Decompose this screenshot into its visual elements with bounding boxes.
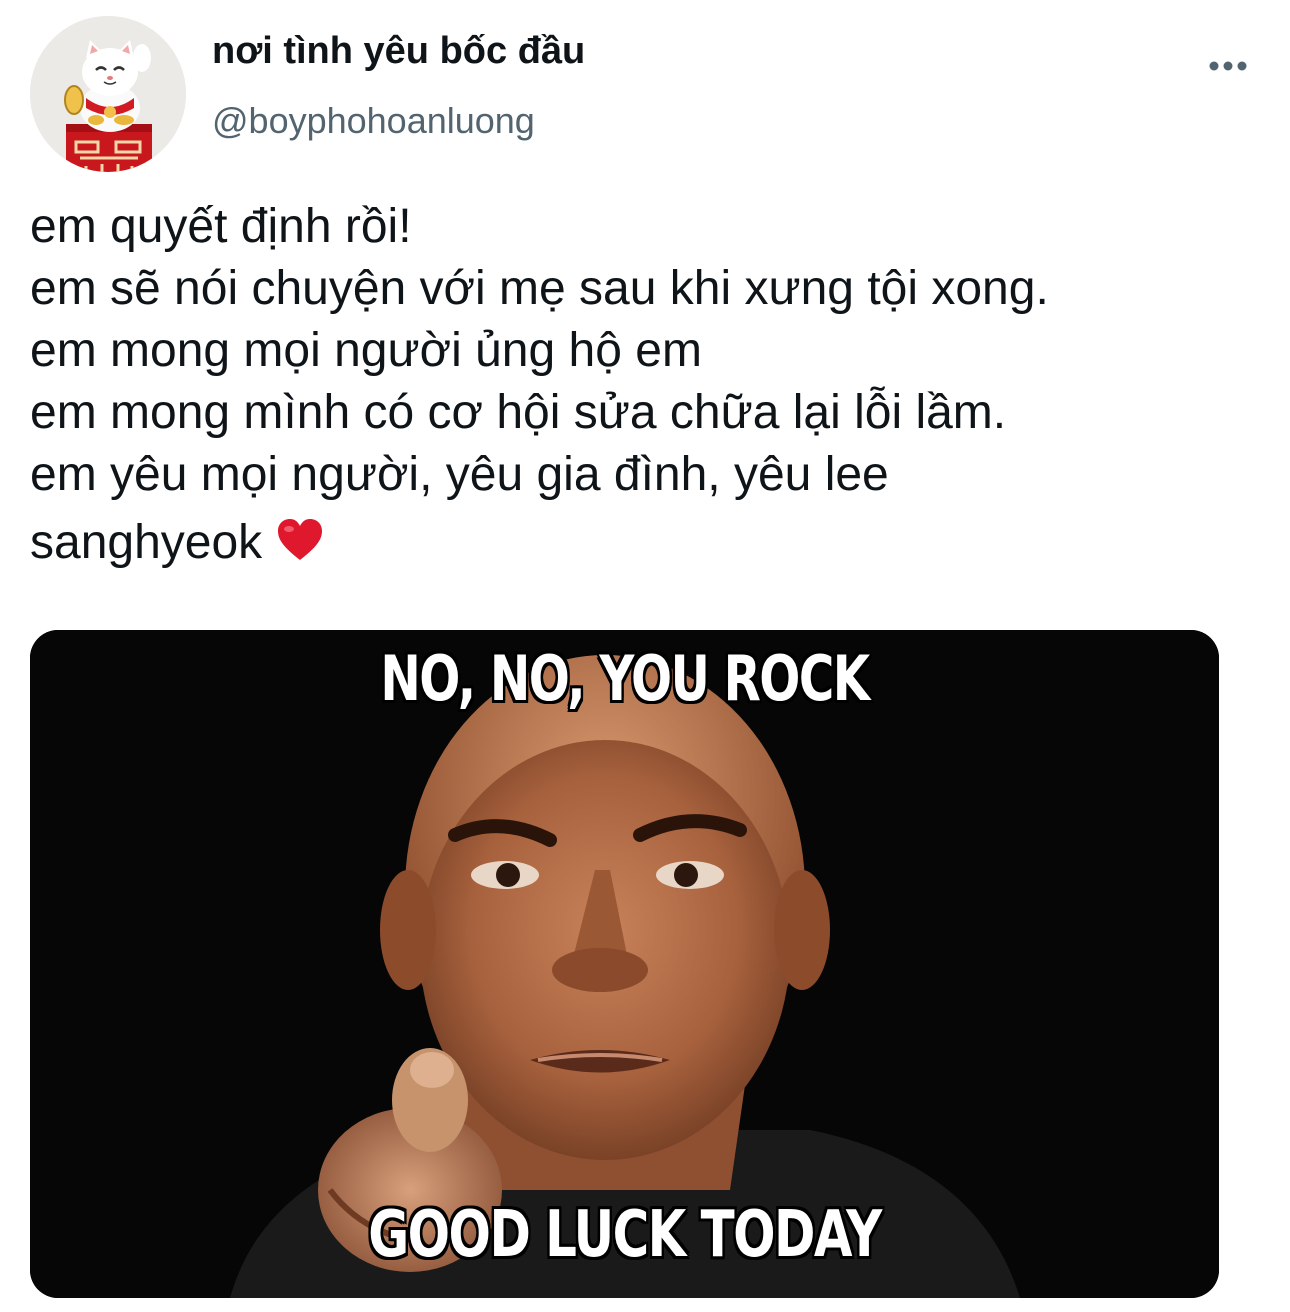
- tweet-line: em quyết định rồi!: [30, 200, 412, 253]
- lucky-cat-avatar-icon: [30, 16, 186, 172]
- avatar[interactable]: [30, 16, 186, 172]
- tweet-text: em quyết định rồi! em sẽ nói chuyện với …: [30, 196, 1260, 578]
- tweet-line: em mong mình có cơ hội sửa chữa lại lỗi …: [30, 386, 1007, 439]
- tweet-line-last: sanghyeok: [30, 512, 1260, 578]
- tweet-media-image[interactable]: NO, NO, YOU ROCK GOOD LUCK TODAY: [30, 630, 1219, 1298]
- tweet-line: em mong mọi người ủng hộ em: [30, 324, 702, 377]
- meme-bottom-caption: GOOD LUCK TODAY: [368, 1198, 882, 1272]
- more-options-button[interactable]: [1196, 46, 1260, 86]
- tweet-line: sanghyeok: [30, 516, 263, 569]
- tweet-line: em sẽ nói chuyện với mẹ sau khi xưng tội…: [30, 262, 1049, 315]
- tweet-card: nơi tình yêu bốc đầu @boyphohoanluong em…: [0, 0, 1290, 1312]
- display-name[interactable]: nơi tình yêu bốc đầu: [212, 30, 585, 73]
- more-dots-icon: [1209, 61, 1247, 71]
- user-handle[interactable]: @boyphohoanluong: [212, 100, 535, 142]
- meme-top-caption: NO, NO, YOU ROCK: [380, 642, 870, 715]
- tweet-line: em yêu mọi người, yêu gia đình, yêu lee: [30, 448, 889, 501]
- red-heart-icon: [276, 516, 324, 578]
